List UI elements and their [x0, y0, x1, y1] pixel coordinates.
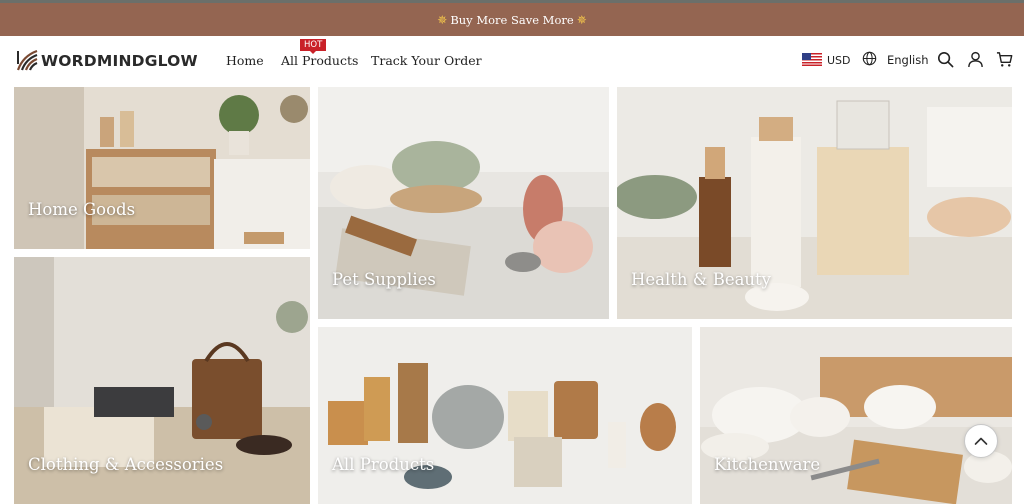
- category-tile-clothing-accessories[interactable]: Clothing & Accessories: [14, 257, 310, 504]
- nav-track-order-link[interactable]: Track Your Order: [371, 53, 482, 68]
- search-icon[interactable]: [937, 51, 954, 68]
- language-selector[interactable]: English: [887, 53, 929, 67]
- brand-name: WORDMINDGLOW: [41, 51, 198, 70]
- cart-icon[interactable]: [996, 51, 1013, 68]
- category-label: Clothing & Accessories: [28, 455, 224, 474]
- us-flag-icon[interactable]: [802, 53, 822, 66]
- brand-mark-icon: [17, 50, 38, 71]
- home-goods-image: [14, 87, 310, 249]
- category-tile-kitchenware[interactable]: Kitchenware: [700, 327, 1012, 504]
- category-label: All Products: [332, 455, 435, 474]
- brand-logo[interactable]: WORDMINDGLOW: [17, 50, 198, 71]
- scroll-to-top-button[interactable]: [964, 424, 998, 458]
- sparkle-icon: ✵: [437, 12, 448, 27]
- chevron-up-icon: [974, 437, 988, 445]
- category-tile-home-goods[interactable]: Home Goods: [14, 87, 310, 249]
- globe-icon[interactable]: [862, 51, 877, 66]
- announcement-bar: ✵ Buy More Save More ✵: [0, 0, 1024, 36]
- category-label: Pet Supplies: [332, 270, 436, 289]
- nav-all-products-link[interactable]: All Products: [281, 53, 358, 68]
- nav-home-link[interactable]: Home: [226, 53, 264, 68]
- account-icon[interactable]: [967, 51, 984, 68]
- sparkle-icon: ✵: [576, 12, 587, 27]
- category-label: Health & Beauty: [631, 270, 772, 289]
- category-label: Home Goods: [28, 200, 136, 219]
- category-label: Kitchenware: [714, 455, 821, 474]
- kitchenware-image: [700, 327, 1012, 504]
- hot-badge: HOT: [300, 39, 327, 54]
- currency-selector[interactable]: USD: [827, 54, 851, 67]
- all-products-image: [318, 327, 692, 504]
- category-tile-health-beauty[interactable]: Health & Beauty: [617, 87, 1012, 319]
- category-tile-pet-supplies[interactable]: Pet Supplies: [318, 87, 609, 319]
- category-tile-all-products[interactable]: All Products: [318, 327, 692, 504]
- announcement-text: Buy More Save More: [450, 12, 574, 27]
